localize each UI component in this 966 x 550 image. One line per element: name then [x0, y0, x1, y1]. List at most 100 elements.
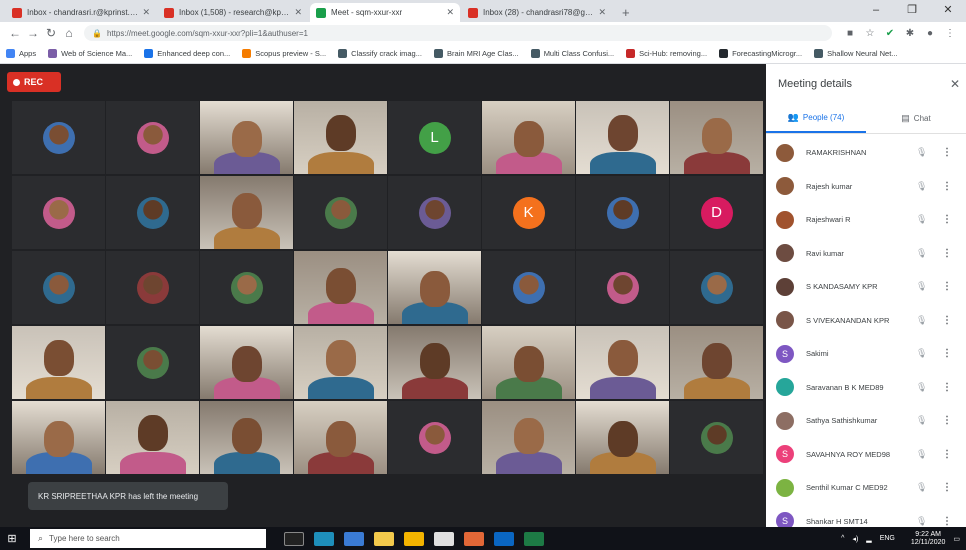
close-icon[interactable]: ✕ [138, 7, 150, 18]
participant-video-tile[interactable]: L [388, 101, 481, 174]
close-icon[interactable]: ✕ [594, 7, 606, 18]
more-options-icon[interactable]: ⋮ [942, 147, 952, 158]
more-options-icon[interactable]: ⋮ [942, 248, 952, 259]
file-explorer-icon[interactable] [374, 531, 394, 546]
profile-icon[interactable]: ● [920, 28, 940, 39]
more-options-icon[interactable]: ⋮ [942, 181, 952, 192]
participant-video-tile[interactable] [294, 176, 387, 249]
mic-off-icon[interactable]: 🎙 [916, 449, 930, 460]
maximize-icon[interactable]: ❐ [894, 0, 930, 22]
mic-off-icon[interactable]: 🎙 [916, 214, 930, 225]
close-icon[interactable]: ✕ [442, 7, 454, 18]
participant-video-tile[interactable] [106, 401, 199, 474]
bookmark-item[interactable]: Brain MRI Age Clas... [433, 49, 519, 58]
participant-video-tile[interactable] [670, 101, 763, 174]
language-indicator[interactable]: ENG [880, 535, 895, 542]
tab-people[interactable]: 👥 People (74) [766, 104, 866, 133]
excel-icon[interactable] [524, 531, 544, 546]
participant-row[interactable]: RAMAKRISHNAN 🎙 ⋮ [766, 136, 966, 170]
participant-video-tile[interactable] [576, 101, 669, 174]
participant-video-tile[interactable] [670, 251, 763, 324]
puzzle-icon[interactable]: ✱ [900, 28, 920, 39]
bookmark-item[interactable]: Sci-Hub: removing... [626, 49, 707, 58]
participant-row[interactable]: S KANDASAMY KPR 🎙 ⋮ [766, 270, 966, 304]
mic-off-icon[interactable]: 🎙 [916, 415, 930, 426]
participant-row[interactable]: Rajesh kumar 🎙 ⋮ [766, 170, 966, 204]
more-options-icon[interactable]: ⋮ [942, 482, 952, 493]
participant-video-tile[interactable] [106, 176, 199, 249]
bookmark-item[interactable]: Web of Science Ma... [48, 49, 132, 58]
participant-video-tile[interactable] [12, 101, 105, 174]
check-extension-icon[interactable]: ✔ [880, 28, 900, 39]
bookmark-item[interactable]: ForecastingMicrogr... [719, 49, 802, 58]
participant-row[interactable]: Saravanan B K MED89 🎙 ⋮ [766, 371, 966, 405]
bookmark-item[interactable]: Apps [6, 49, 36, 58]
participant-video-tile[interactable] [106, 101, 199, 174]
more-options-icon[interactable]: ⋮ [942, 348, 952, 359]
network-icon[interactable]: ▂ [866, 535, 871, 543]
participant-video-tile[interactable] [576, 251, 669, 324]
browser-tab-active[interactable]: Meet - sqm-xxur-xxr ✕ [310, 3, 460, 22]
star-icon[interactable]: ☆ [860, 28, 880, 39]
participant-video-tile[interactable] [200, 251, 293, 324]
participant-video-tile[interactable] [388, 326, 481, 399]
more-options-icon[interactable]: ⋮ [942, 516, 952, 527]
store-icon[interactable] [344, 531, 364, 546]
participant-row[interactable]: S SAVAHNYA ROY MED98 🎙 ⋮ [766, 438, 966, 472]
participant-video-tile[interactable] [388, 251, 481, 324]
mic-off-icon[interactable]: 🎙 [916, 382, 930, 393]
participant-video-tile[interactable] [482, 401, 575, 474]
participant-video-tile[interactable]: K [482, 176, 575, 249]
more-options-icon[interactable]: ⋮ [942, 415, 952, 426]
participant-video-tile[interactable] [670, 326, 763, 399]
participant-row[interactable]: S Sakimi 🎙 ⋮ [766, 337, 966, 371]
more-options-icon[interactable]: ⋮ [942, 382, 952, 393]
participant-video-tile[interactable] [576, 401, 669, 474]
participant-video-tile[interactable] [576, 326, 669, 399]
bookmark-item[interactable]: Enhanced deep con... [144, 49, 230, 58]
participant-video-tile[interactable] [200, 101, 293, 174]
new-tab-icon[interactable]: + [614, 5, 638, 22]
back-icon[interactable]: ← [6, 26, 24, 40]
home-icon[interactable]: ⌂ [60, 26, 78, 40]
participant-video-tile[interactable] [106, 251, 199, 324]
mic-off-icon[interactable]: 🎙 [916, 482, 930, 493]
participant-video-tile[interactable] [388, 401, 481, 474]
participant-video-tile[interactable] [294, 251, 387, 324]
minimize-icon[interactable]: – [858, 0, 894, 22]
mic-off-icon[interactable]: 🎙 [916, 315, 930, 326]
task-view-icon[interactable] [284, 531, 304, 546]
edge-icon[interactable] [314, 531, 334, 546]
chrome-icon[interactable] [404, 531, 424, 546]
mic-off-icon[interactable]: 🎙 [916, 181, 930, 192]
participant-video-tile[interactable] [294, 401, 387, 474]
participant-row[interactable]: Rajeshwari R 🎙 ⋮ [766, 203, 966, 237]
bookmark-item[interactable]: Classify crack imag... [338, 49, 422, 58]
participant-video-tile[interactable] [12, 401, 105, 474]
mic-off-icon[interactable]: 🎙 [916, 348, 930, 359]
participant-video-tile[interactable] [482, 101, 575, 174]
participant-video-tile[interactable] [482, 326, 575, 399]
mic-off-icon[interactable]: 🎙 [916, 147, 930, 158]
mic-off-icon[interactable]: 🎙 [916, 248, 930, 259]
participant-video-tile[interactable] [200, 326, 293, 399]
matlab-icon[interactable] [464, 531, 484, 546]
windows-start-icon[interactable]: ⊞ [0, 532, 24, 545]
participant-video-tile[interactable] [482, 251, 575, 324]
more-options-icon[interactable]: ⋮ [942, 449, 952, 460]
participant-row[interactable]: Sathya Sathishkumar 🎙 ⋮ [766, 404, 966, 438]
participant-video-tile[interactable] [576, 176, 669, 249]
participant-row[interactable]: Senthil Kumar C MED92 🎙 ⋮ [766, 471, 966, 505]
more-options-icon[interactable]: ⋮ [942, 315, 952, 326]
participant-video-tile[interactable] [12, 326, 105, 399]
browser-tab[interactable]: Inbox (28) - chandrasri78@gmail... ✕ [462, 3, 612, 22]
close-icon[interactable]: ✕ [290, 7, 302, 18]
participant-row[interactable]: Ravi kumar 🎙 ⋮ [766, 237, 966, 271]
forward-icon[interactable]: → [24, 26, 42, 40]
participant-video-tile[interactable] [670, 401, 763, 474]
bookmark-item[interactable]: Multi Class Confusi... [530, 49, 614, 58]
browser-tab[interactable]: Inbox (1,508) - research@kprinst... ✕ [158, 3, 308, 22]
bookmark-item[interactable]: Scopus preview - S... [242, 49, 326, 58]
mic-off-icon[interactable]: 🎙 [916, 516, 930, 527]
more-options-icon[interactable]: ⋮ [942, 214, 952, 225]
